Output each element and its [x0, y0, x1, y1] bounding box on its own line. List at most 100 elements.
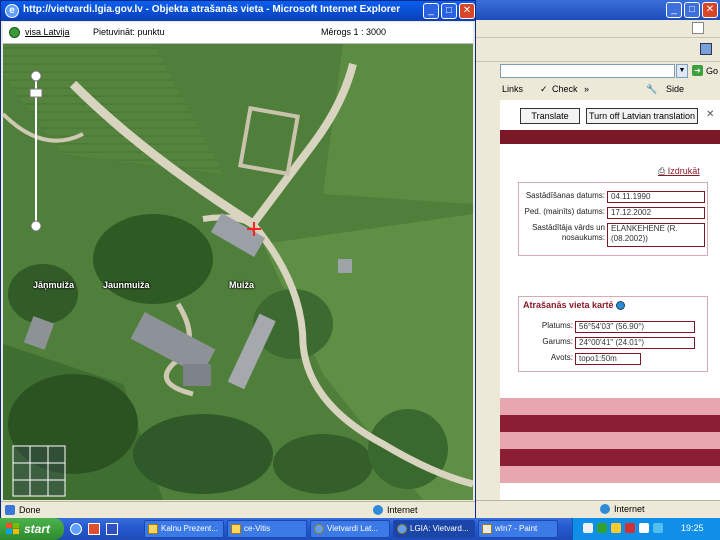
windows-flag-icon [692, 22, 704, 34]
field-value: 56°54'03" (56.90°) [575, 321, 695, 333]
menu-bar [470, 20, 720, 38]
toolbar-icon[interactable] [700, 43, 712, 55]
window-title: http://vietvardi.lgia.gov.lv - Objekta a… [23, 4, 401, 15]
volume-icon[interactable] [639, 523, 649, 533]
location-panel-title: Atrašanās vieta kartē [523, 300, 626, 311]
table-stripe [500, 415, 720, 432]
field-value: ELANKEHENE (R. (08.2002)) [607, 223, 705, 247]
field-label: Sastādītāja vārds un nosaukums: [532, 223, 605, 242]
place-label: Muiža [229, 280, 255, 290]
messenger-icon[interactable] [653, 523, 663, 533]
network-icon[interactable] [597, 523, 607, 533]
go-button[interactable]: Go [706, 64, 720, 78]
place-label: Jaunmuiža [103, 280, 150, 290]
location-panel: Atrašanās vieta kartē Platums: 56°54'03"… [518, 296, 708, 372]
status-zone: Internet [387, 505, 418, 515]
background-status-bar: Internet [470, 500, 720, 518]
close-translation-icon[interactable]: ✕ [706, 109, 714, 120]
table-stripe [500, 398, 720, 415]
close-button[interactable]: ✕ [459, 3, 475, 19]
status-zone: Internet [614, 504, 645, 514]
windows-logo-icon [6, 523, 19, 534]
taskbar: start Kalnu Prezent... ce-Vitis Vietvard… [0, 518, 720, 540]
map-toolbar: visa Latvija Pietuvināt: punktu Mērogs 1… [3, 22, 473, 44]
minimize-button[interactable]: _ [423, 3, 439, 19]
desktop-quicklaunch-icon[interactable] [106, 523, 118, 535]
popup-status-bar: Done Internet [1, 501, 475, 518]
background-browser-window: _ □ ✕ ▼ ➜ Go Links ✓ Check » 🔧 Side Tran… [470, 0, 720, 518]
globe-icon[interactable] [616, 301, 626, 311]
field-label: Avots: [550, 353, 573, 362]
pan-control [12, 445, 66, 497]
info-panel: Sastādīšanas datums: 04.11.1990 Ped. (ma… [518, 182, 708, 256]
folder-icon [231, 524, 241, 534]
task-button[interactable]: wIn7 - Paint [478, 520, 558, 538]
ie-icon [314, 524, 324, 534]
zoom-in-icon [30, 70, 42, 82]
page-content: Translate Turn off Latvian translation ✕… [500, 100, 720, 500]
field-value: topo1:50m [575, 353, 641, 365]
table-stripe [500, 466, 720, 483]
system-tray: 19:25 [572, 518, 720, 540]
globe-icon[interactable] [9, 27, 20, 38]
aerial-map[interactable]: Jāņmuiža Jaunmuiža Muiža [3, 44, 473, 500]
check-button[interactable]: Check [552, 80, 578, 98]
security-icon[interactable] [611, 523, 621, 533]
table-stripe [500, 449, 720, 466]
spellcheck-icon[interactable]: ✓ [540, 80, 548, 98]
full-extent-link[interactable]: visa Latvija [25, 27, 70, 37]
language-icon[interactable] [583, 523, 593, 533]
printer-icon: ⎙ [658, 166, 668, 176]
field-label: Ped. (mainīts) datums: [524, 207, 605, 216]
task-button[interactable]: ce-Vitis [227, 520, 307, 538]
google-toolbar: Links ✓ Check » 🔧 Side [500, 80, 720, 100]
task-button-active[interactable]: LGIA: Vietvard... [393, 520, 475, 538]
ie-quicklaunch-icon[interactable] [70, 523, 82, 535]
field-label: Sastādīšanas datums: [525, 191, 605, 200]
map-popup-window: e http://vietvardi.lgia.gov.lv - Objekta… [0, 0, 476, 518]
header-strip [500, 130, 720, 144]
window-icon [148, 524, 158, 534]
address-input[interactable] [500, 64, 675, 78]
go-arrow-icon[interactable]: ➜ [692, 65, 703, 76]
task-button[interactable]: Vietvardi Lat... [310, 520, 390, 538]
minimize-button[interactable]: _ [666, 2, 682, 18]
status-done: Done [19, 505, 41, 515]
translate-button[interactable]: Translate [520, 108, 580, 124]
zoom-slider-handle [29, 88, 43, 98]
field-value: 17.12.2002 [607, 207, 705, 219]
standard-toolbar [470, 38, 720, 62]
address-dropdown-arrow-icon[interactable]: ▼ [676, 64, 688, 78]
print-link[interactable]: ⎙ Izdrukāt [658, 166, 700, 177]
page-done-icon [5, 505, 15, 515]
quick-launch [70, 522, 124, 536]
outlook-quicklaunch-icon[interactable] [88, 523, 100, 535]
internet-zone-icon [600, 504, 610, 514]
side-button[interactable]: Side [666, 80, 684, 98]
clock[interactable]: 19:25 [681, 523, 704, 533]
map-scale: Mērogs 1 : 3000 [321, 27, 387, 37]
field-value: 04.11.1990 [607, 191, 705, 203]
turn-off-translation-button[interactable]: Turn off Latvian translation [586, 108, 698, 124]
ie-icon [397, 524, 407, 534]
task-button[interactable]: Kalnu Prezent... [144, 520, 224, 538]
zoom-tool-selector[interactable]: Pietuvināt: punktu [93, 27, 165, 37]
links-label[interactable]: Links [502, 80, 523, 98]
close-button[interactable]: ✕ [702, 2, 718, 18]
address-bar: ▼ ➜ Go [500, 62, 720, 80]
aerial-photo[interactable] [3, 44, 473, 500]
maximize-button[interactable]: □ [441, 3, 457, 19]
more-chevron-icon[interactable]: » [584, 80, 589, 98]
table-stripe [500, 432, 720, 449]
field-label: Garums: [542, 337, 573, 346]
ie-icon[interactable]: e [5, 4, 19, 18]
field-label: Platums: [541, 321, 573, 330]
popup-title-bar[interactable]: e http://vietvardi.lgia.gov.lv - Objekta… [1, 1, 475, 21]
internet-zone-icon [373, 505, 383, 515]
place-label: Jāņmuiža [33, 280, 75, 290]
key-icon[interactable]: 🔧 [646, 80, 657, 98]
antivirus-icon[interactable] [625, 523, 635, 533]
maximize-button[interactable]: □ [684, 2, 700, 18]
background-title-bar: _ □ ✕ [470, 0, 720, 20]
start-button[interactable]: start [0, 518, 64, 540]
